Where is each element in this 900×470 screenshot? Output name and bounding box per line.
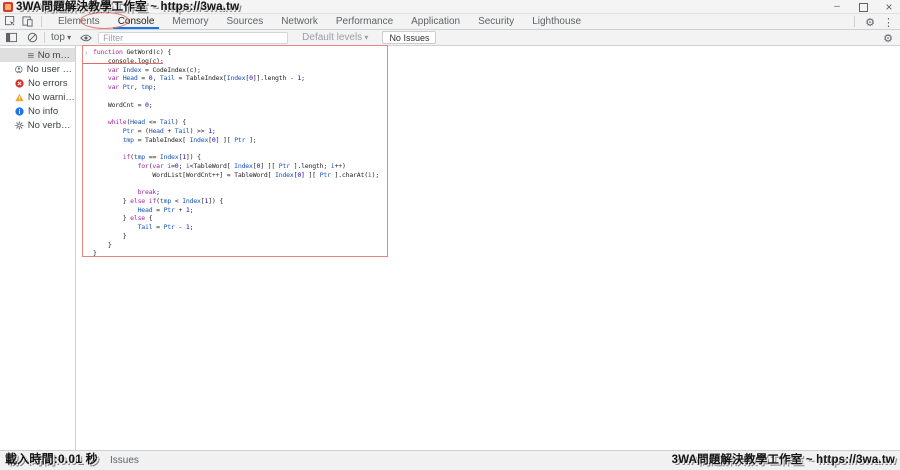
console-log-red-underline-annotation (83, 63, 163, 64)
console-code-line: console.log(c); (93, 57, 387, 66)
toolbar-separator (41, 16, 42, 27)
console-filter-input[interactable] (98, 32, 288, 44)
console-toolbar: top Default levels No Issues (0, 30, 900, 46)
console-code-line: } (93, 232, 387, 241)
console-code-line: } (93, 241, 387, 250)
sidebar-item-label: No verbose (28, 120, 75, 131)
console-code-line: function GetWord(c) { (93, 48, 387, 57)
sidebar-item-all-messages[interactable]: No messages (0, 48, 75, 62)
devtools-tabbar: Elements Console Memory Sources Network … (0, 14, 900, 30)
no-issues-badge[interactable]: No Issues (382, 31, 436, 44)
console-code-line: for(var i=0; i<TableWord[ Index[0] ][ Pt… (93, 162, 387, 171)
clear-console-icon[interactable] (17, 32, 38, 43)
issues-drawer-tab[interactable]: Issues (110, 455, 139, 466)
console-code-line: while(Head <= Tail) { (93, 118, 387, 127)
tab-network[interactable]: Network (272, 14, 327, 29)
tabbar-left-icons (0, 14, 49, 29)
console-input-code-block[interactable]: › function GetWord(c) { console.log(c); … (82, 45, 388, 257)
console-code-line: var Ptr, tmp; (93, 83, 387, 92)
sidebar-item-label: No errors (28, 78, 68, 89)
execution-context-selector[interactable]: top (51, 32, 71, 43)
sidebar-item-warnings[interactable]: No warnings (0, 90, 75, 104)
console-code-line: } else { (93, 214, 387, 223)
inspect-element-icon[interactable] (5, 16, 16, 27)
devtools-window: 3WA問題解決教學工作室 ~ https://3wa.tw Elements C… (0, 0, 900, 470)
console-prompt-chevron-icon: › (85, 48, 88, 57)
window-title-watermark: 3WA問題解決教學工作室 ~ https://3wa.tw (16, 0, 239, 14)
error-icon (15, 79, 24, 88)
console-code-line: tmp = TableIndex[ Index[0] ][ Ptr ]; (93, 136, 387, 145)
sidebar-item-label: No info (28, 106, 58, 117)
tab-sources[interactable]: Sources (218, 14, 273, 29)
console-code-line: WordCnt = 0; (93, 101, 387, 110)
sidebar-item-info[interactable]: No info (0, 104, 75, 118)
console-code-line: Ptr = (Head + Tail) >> 1; (93, 127, 387, 136)
devtools-tabs: Elements Console Memory Sources Network … (49, 14, 590, 29)
list-icon (28, 51, 34, 60)
sidebar-item-label: No warnings (28, 92, 75, 103)
sidebar-item-errors[interactable]: No errors (0, 76, 75, 90)
minimize-button[interactable] (830, 0, 844, 14)
console-code-line: } else if(tmp < Index[1]) { (93, 197, 387, 206)
console-sidebar-toggle-icon[interactable] (0, 32, 17, 43)
toolbar-separator (44, 32, 45, 43)
device-toolbar-icon[interactable] (22, 16, 33, 27)
tabbar-right-icons (852, 14, 900, 29)
console-sidebar: No messages No user me... No errors No w… (0, 46, 76, 450)
console-code: function GetWord(c) { console.log(c); va… (93, 48, 387, 258)
sidebar-item-verbose[interactable]: No verbose (0, 118, 75, 132)
site-title-overlay: 3WA問題解決教學工作室 ~ https://3wa.tw (672, 452, 895, 468)
tab-console[interactable]: Console (109, 14, 164, 29)
tab-application[interactable]: Application (402, 14, 469, 29)
user-icon (15, 65, 23, 74)
tab-elements[interactable]: Elements (49, 14, 109, 29)
console-code-line: WordList[WordCnt++] = TableWord[ Index[0… (93, 171, 387, 180)
console-code-line (93, 179, 387, 188)
site-favicon-icon (3, 2, 13, 12)
load-time-overlay: 載入時間:0.01 秒 (5, 451, 98, 468)
console-code-line (93, 109, 387, 118)
tab-performance[interactable]: Performance (327, 14, 402, 29)
console-code-line: } (93, 249, 387, 258)
console-code-line (93, 92, 387, 101)
toolbar-separator (854, 16, 855, 27)
console-code-line: Head = Ptr + 1; (93, 206, 387, 215)
console-code-line: if(tmp == Index[1]) { (93, 153, 387, 162)
tab-memory[interactable]: Memory (163, 14, 217, 29)
console-code-line: var Head = 0, Tail = TableIndex[Index[0]… (93, 74, 387, 83)
sidebar-item-label: No user me... (27, 64, 75, 75)
console-code-line (93, 144, 387, 153)
sidebar-item-user-messages[interactable]: No user me... (0, 62, 75, 76)
console-settings-gear-icon[interactable] (883, 29, 900, 47)
console-code-line: Tail = Ptr - 1; (93, 223, 387, 232)
sidebar-item-label: No messages (38, 50, 75, 61)
verbose-icon (15, 121, 24, 130)
warning-icon (15, 93, 24, 102)
live-expression-eye-icon[interactable] (71, 33, 92, 43)
console-code-line: break; (93, 188, 387, 197)
console-code-line: var Index = CodeIndex(c); (93, 66, 387, 75)
log-levels-dropdown[interactable]: Default levels (302, 32, 368, 43)
tab-security[interactable]: Security (469, 14, 523, 29)
tab-lighthouse[interactable]: Lighthouse (523, 14, 590, 29)
settings-gear-icon[interactable] (865, 13, 875, 31)
info-icon (15, 107, 24, 116)
